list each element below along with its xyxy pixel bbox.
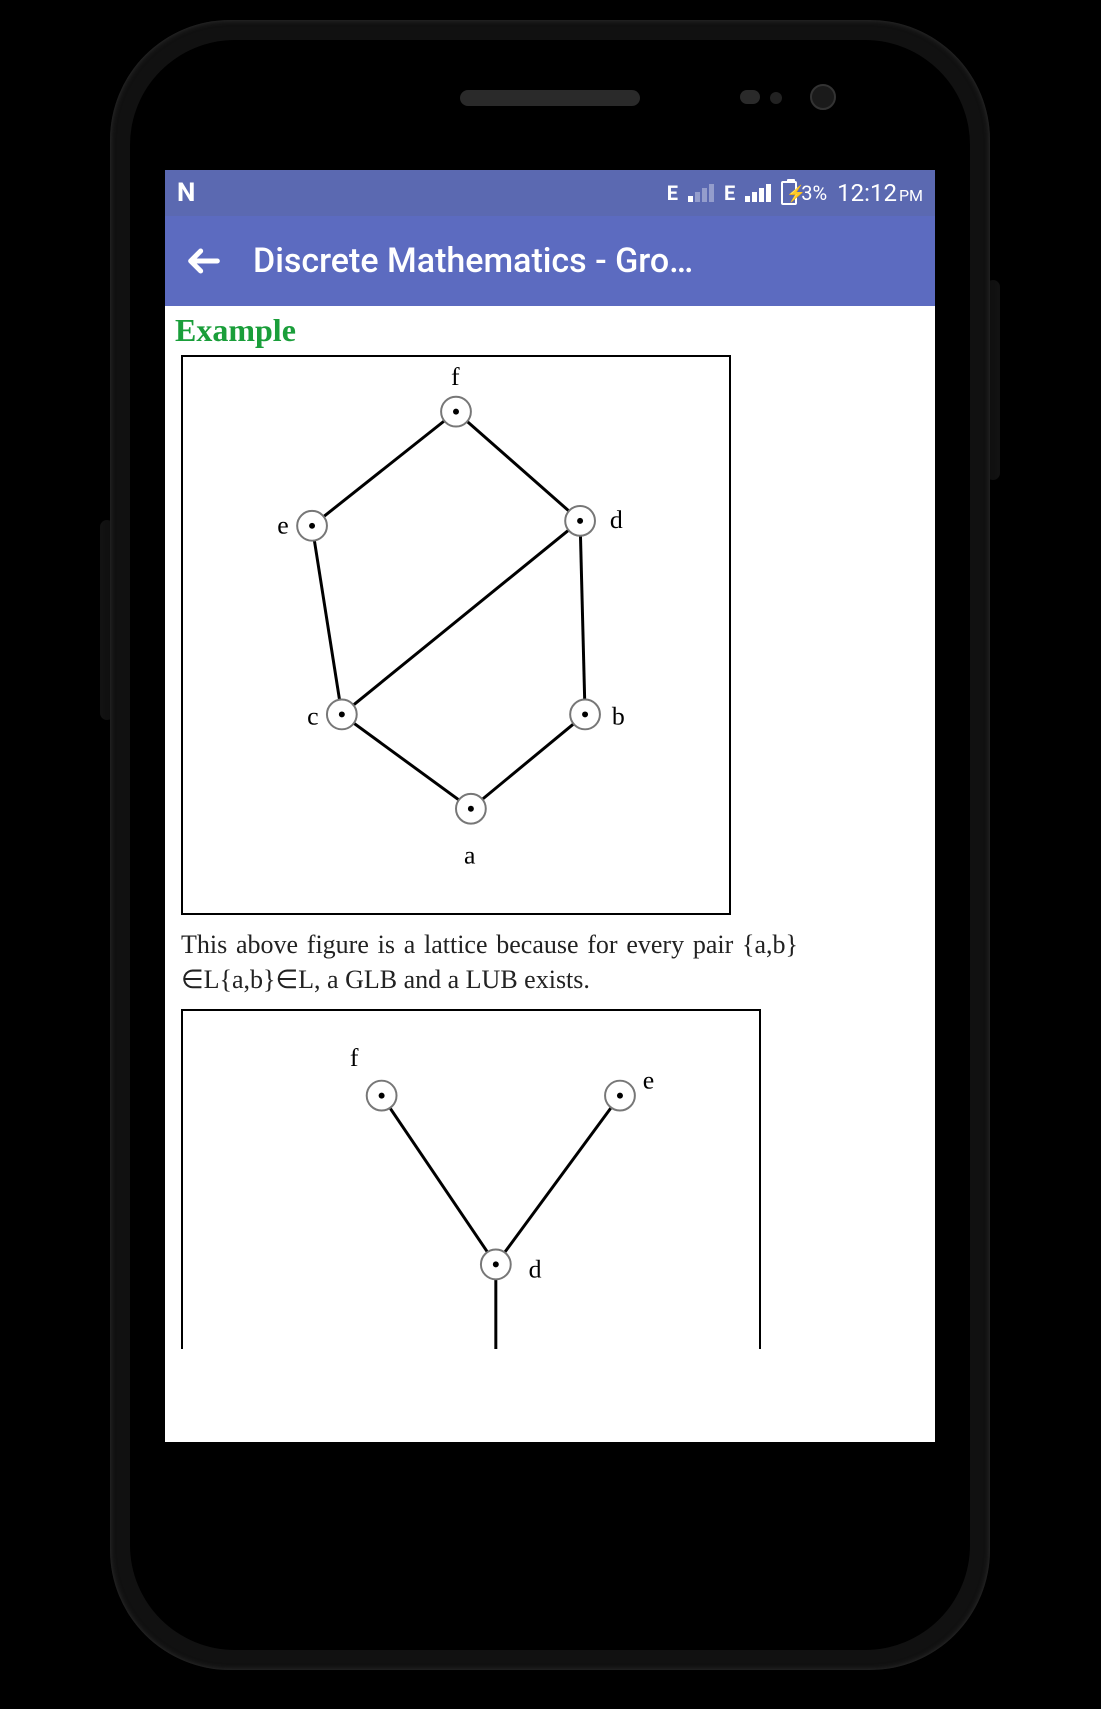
network-type-1: E <box>667 181 678 205</box>
fig1-label-a: a <box>464 840 476 869</box>
bottom-spacer <box>165 1354 935 1442</box>
back-button[interactable] <box>175 232 233 290</box>
phone-earpiece <box>460 90 640 106</box>
fig2-label-d: d <box>529 1255 542 1284</box>
figure-lattice-1: f e d c b a <box>181 355 731 915</box>
app-bar: Discrete Mathematics - Gro… <box>165 216 935 306</box>
phone-sensor <box>740 90 760 104</box>
fig1-label-f: f <box>451 362 460 391</box>
battery-icon: ⚡ 3% <box>781 181 827 205</box>
figure-caption: This above figure is a lattice because f… <box>181 927 798 997</box>
status-bar: N E E ⚡ 3% 12:12PM <box>165 170 935 216</box>
page-title: Discrete Mathematics - Gro… <box>253 241 925 281</box>
section-heading-example: Example <box>175 312 925 349</box>
content-area[interactable]: Example <box>165 306 935 1349</box>
screen: N E E ⚡ 3% 12:12PM Discrete Mathematics <box>165 170 935 1442</box>
signal-bars-1-icon <box>688 184 714 202</box>
fig1-label-c: c <box>307 701 318 730</box>
figure-lattice-2: f e d <box>181 1009 761 1349</box>
fig1-label-b: b <box>612 701 625 730</box>
android-n-icon: N <box>177 178 193 208</box>
signal-bars-2-icon <box>745 184 771 202</box>
phone-sensor-dot <box>770 92 782 104</box>
clock-time: 12:12 <box>837 179 897 207</box>
phone-front-camera <box>810 84 836 110</box>
fig1-label-d: d <box>610 505 623 534</box>
clock-ampm: PM <box>899 186 923 205</box>
fig2-label-e: e <box>643 1066 654 1095</box>
arrow-left-icon <box>184 241 224 281</box>
fig2-label-f: f <box>350 1043 359 1072</box>
fig1-label-e: e <box>277 511 288 540</box>
network-type-2: E <box>724 181 735 205</box>
clock: 12:12PM <box>837 179 923 207</box>
